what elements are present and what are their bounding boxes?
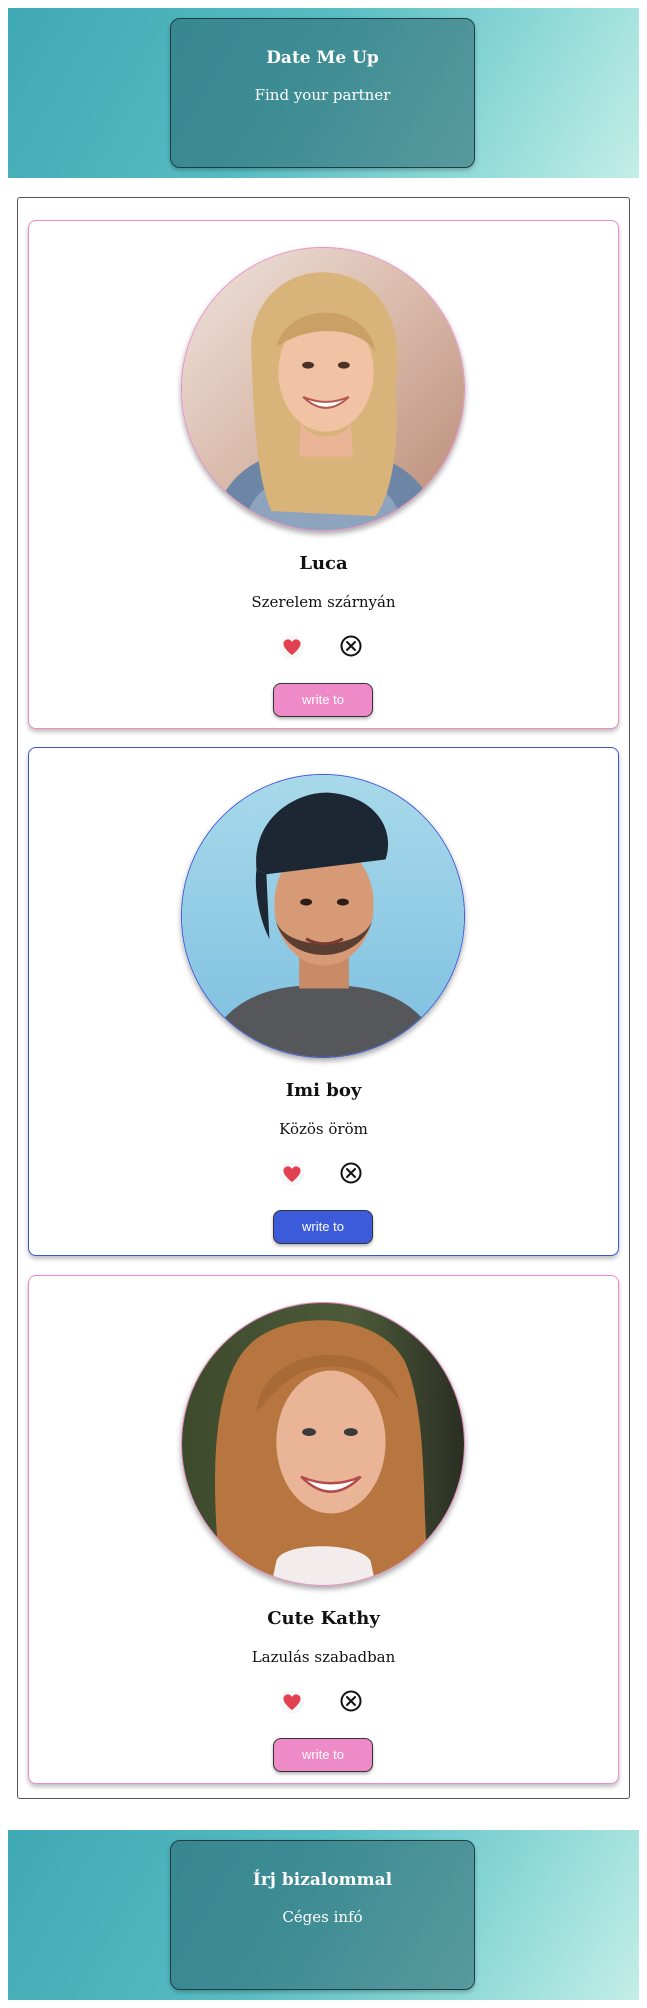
app-subtitle: Find your partner: [254, 86, 391, 104]
profile-photo-image: [182, 248, 464, 530]
profile-photo-image: [182, 1303, 464, 1585]
profile-tagline: Lazulás szabadban: [251, 1648, 396, 1666]
profile-photo: [181, 774, 465, 1058]
profile-photo-image: [182, 775, 464, 1057]
write-to-button[interactable]: write to: [273, 1210, 373, 1244]
write-to-button[interactable]: write to: [273, 683, 373, 717]
profile-card-imi-boy: Imi boy Közös öröm write to: [28, 747, 619, 1256]
profile-name: Cute Kathy: [267, 1608, 380, 1629]
app-title: Date Me Up: [266, 48, 379, 68]
profile-name: Luca: [299, 553, 348, 574]
dismiss-close-circle-icon[interactable]: [340, 635, 362, 657]
like-heart-icon[interactable]: [279, 1161, 305, 1187]
header-box: Date Me Up Find your partner: [170, 18, 475, 168]
dismiss-close-circle-icon[interactable]: [340, 1162, 362, 1184]
like-heart-icon[interactable]: [279, 634, 305, 660]
profile-name: Imi boy: [285, 1080, 362, 1101]
profile-card-luca: Luca Szerelem szárnyán write to: [28, 220, 619, 729]
footer-title: Írj bizalommal: [252, 1870, 393, 1890]
write-to-button[interactable]: write to: [273, 1738, 373, 1772]
footer-banner: Írj bizalommal Céges infó: [8, 1830, 639, 2000]
footer-box: Írj bizalommal Céges infó: [170, 1840, 475, 1990]
profile-card-cute-kathy: Cute Kathy Lazulás szabadban write to: [28, 1275, 619, 1784]
footer-company-info[interactable]: Céges infó: [171, 1908, 474, 1926]
profile-photo: [181, 247, 465, 531]
dismiss-close-circle-icon[interactable]: [340, 1690, 362, 1712]
profile-tagline: Közös öröm: [279, 1120, 368, 1138]
profile-tagline: Szerelem szárnyán: [251, 593, 396, 611]
like-heart-icon[interactable]: [279, 1689, 305, 1715]
profile-photo: [181, 1302, 465, 1586]
header-banner: Date Me Up Find your partner: [8, 8, 639, 178]
profiles-panel: Luca Szerelem szárnyán write to Imi boy …: [17, 197, 630, 1799]
